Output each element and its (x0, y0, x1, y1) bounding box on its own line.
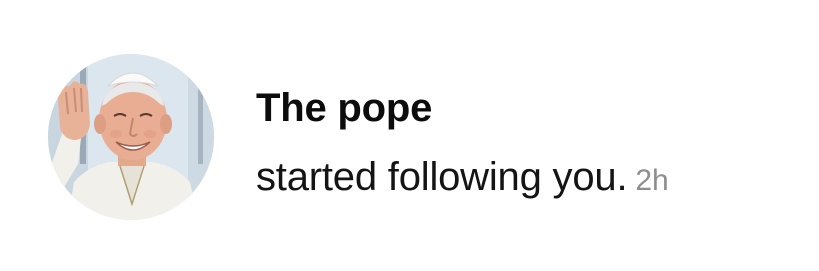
username[interactable]: The pope (256, 84, 669, 132)
notification-text: The pope started following you. 2h (256, 84, 669, 209)
timestamp: 2h (635, 164, 669, 197)
message-line: started following you. 2h (256, 154, 669, 209)
avatar[interactable] (48, 54, 214, 220)
avatar-photo (48, 54, 214, 220)
notification-row[interactable]: The pope started following you. 2h (0, 0, 819, 271)
notification-message: started following you. (256, 155, 628, 199)
